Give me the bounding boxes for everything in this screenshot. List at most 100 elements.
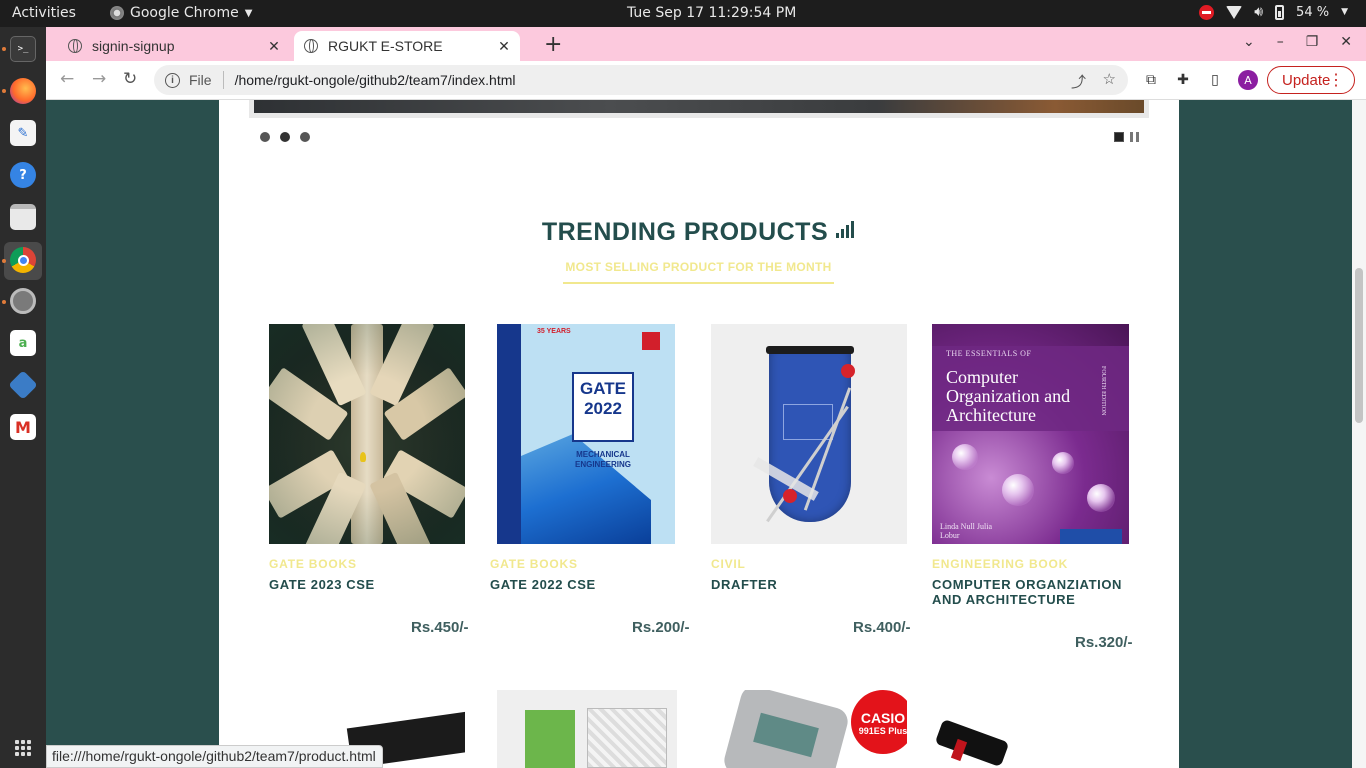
gmail-icon[interactable]: M (10, 414, 36, 440)
bookmark-star-icon[interactable]: ☆ (1103, 70, 1116, 88)
window-controls: ⌄ – ❐ ✕ (1243, 34, 1352, 50)
browser-toolbar: ← → ↻ i File /home/rgukt-ongole/github2/… (46, 61, 1366, 100)
address-bar[interactable]: i File /home/rgukt-ongole/github2/team7/… (154, 65, 1128, 95)
update-label: Update (1282, 71, 1331, 89)
product-image[interactable] (269, 324, 465, 544)
tab-rgukt-estore[interactable]: RGUKT E-STORE ✕ (294, 31, 520, 61)
toolbar-icons: ⧉ ✚ ▯ A (1142, 70, 1258, 90)
product-image[interactable]: 35 YEARS GATE 2022 MECHANICAL ENGINEERIN… (497, 324, 675, 544)
help-icon[interactable]: ? (10, 162, 36, 188)
globe-icon (304, 39, 318, 53)
clock[interactable]: Tue Sep 17 11:29:54 PM (627, 5, 796, 21)
product-image[interactable] (934, 718, 1010, 768)
product-price: Rs.320/- (1075, 634, 1133, 651)
apps-grid-icon[interactable] (15, 740, 31, 756)
carousel-dot-active[interactable] (280, 132, 290, 142)
page-scrollbar[interactable] (1352, 100, 1366, 768)
files-icon[interactable] (10, 204, 36, 230)
product-name[interactable]: DRAFTER (711, 577, 907, 592)
tab-title: signin-signup (92, 38, 175, 54)
product-card[interactable]: THE ESSENTIALS OF Computer Organization … (932, 324, 1133, 651)
cover-edition: FOURTH EDITION (1100, 366, 1106, 416)
cover-title: GATE (580, 379, 626, 398)
carousel-dot[interactable] (300, 132, 310, 142)
carousel-controls (1114, 132, 1139, 142)
side-panel-icon[interactable]: ▯ (1206, 71, 1224, 89)
section-title-text: TRENDING PRODUCTS (541, 218, 829, 246)
chrome-icon (110, 6, 124, 20)
close-window-icon[interactable]: ✕ (1340, 34, 1352, 50)
chrome-icon[interactable] (10, 247, 36, 273)
wifi-icon (1226, 5, 1243, 19)
extensions-icon[interactable]: ✚ (1174, 71, 1192, 89)
software-icon[interactable]: a (10, 330, 36, 356)
system-top-bar: Activities Google Chrome ▼ Tue Sep 17 11… (0, 0, 1366, 27)
app-menu[interactable]: Google Chrome ▼ (110, 5, 252, 21)
app-menu-label: Google Chrome (130, 5, 239, 21)
calc-brand: CASIO (860, 710, 906, 726)
product-card[interactable]: CASIO 991ES Plus (711, 690, 907, 768)
product-name[interactable]: GATE 2023 CSE (269, 577, 465, 592)
product-card[interactable]: 35 YEARS GATE 2022 MECHANICAL ENGINEERIN… (490, 324, 690, 636)
cover-years: 35 YEARS (537, 328, 571, 335)
tab-search-icon[interactable]: ⌄ (1243, 34, 1255, 50)
stop-icon[interactable] (1114, 132, 1124, 142)
url-scheme: File (189, 72, 212, 88)
back-button[interactable]: ← (60, 69, 74, 89)
pause-icon[interactable] (1130, 132, 1139, 142)
firefox-icon[interactable] (10, 78, 36, 104)
new-tab-button[interactable]: + (544, 32, 562, 57)
activities-button[interactable]: Activities (12, 5, 76, 21)
globe-icon (68, 39, 82, 53)
settings-icon[interactable] (10, 288, 36, 314)
product-price: Rs.200/- (632, 619, 690, 636)
product-category: GATE BOOKS (490, 557, 578, 571)
lens-icon[interactable]: ⧉ (1142, 71, 1160, 89)
page-viewport: TRENDING PRODUCTS MOST SELLING PRODUCT F… (46, 100, 1366, 768)
running-indicator (2, 47, 6, 51)
volume-icon: 🔊︎ (1254, 4, 1264, 20)
update-button[interactable]: Update ⋮ (1267, 66, 1355, 94)
minimize-icon[interactable]: – (1277, 34, 1284, 50)
product-card[interactable] (932, 690, 1129, 768)
scrollbar-thumb[interactable] (1355, 268, 1363, 423)
product-card[interactable]: CIVIL DRAFTER Rs.400/- (711, 324, 911, 636)
profile-avatar[interactable]: A (1238, 70, 1258, 90)
product-name[interactable]: COMPUTER ORGANZIATION AND ARCHITECTURE (932, 577, 1129, 607)
section-title: TRENDING PRODUCTS (219, 218, 1179, 247)
text-editor-icon[interactable]: ✎ (10, 120, 36, 146)
close-icon[interactable]: ✕ (264, 38, 284, 55)
calc-model: 991ES Plus (858, 726, 907, 736)
running-indicator (2, 89, 6, 93)
trending-chart-icon (836, 220, 856, 238)
product-name[interactable]: GATE 2022 CSE (490, 577, 686, 592)
carousel-dots (260, 132, 310, 142)
product-image[interactable] (525, 710, 575, 768)
carousel-dot[interactable] (260, 132, 270, 142)
section-subtitle: MOST SELLING PRODUCT FOR THE MONTH (563, 260, 834, 284)
tab-strip: signin-signup ✕ RGUKT E-STORE ✕ + ⌄ – ❐ … (46, 27, 1366, 61)
system-tray[interactable]: 🔊︎ 54 % ▼ (1199, 4, 1348, 20)
terminal-icon[interactable]: >_ (10, 36, 36, 62)
running-indicator (2, 259, 6, 263)
divider (222, 71, 224, 89)
share-icon[interactable]: ⤴ (1071, 71, 1086, 92)
cover-title: Computer Organization and Architecture (946, 367, 1071, 425)
product-image[interactable] (711, 324, 907, 544)
product-card[interactable] (497, 690, 677, 768)
maximize-icon[interactable]: ❐ (1306, 34, 1319, 50)
product-image[interactable]: THE ESSENTIALS OF Computer Organization … (932, 324, 1129, 544)
tab-signin-signup[interactable]: signin-signup ✕ (58, 31, 290, 61)
virtualbox-icon[interactable] (8, 370, 38, 400)
dock: >_ ✎ ? a M (0, 27, 46, 768)
info-icon[interactable]: i (165, 72, 180, 88)
menu-kebab-icon[interactable]: ⋮ (1328, 70, 1344, 90)
close-icon[interactable]: ✕ (494, 38, 514, 55)
cover-subject: MECHANICAL ENGINEERING (574, 450, 631, 469)
product-category: ENGINEERING BOOK (932, 557, 1069, 571)
product-card[interactable]: GATE BOOKS GATE 2023 CSE Rs.450/- (269, 324, 469, 636)
reload-button[interactable]: ↻ (123, 69, 137, 89)
url-text[interactable]: /home/rgukt-ongole/github2/team7/index.h… (235, 72, 516, 88)
cover-header: THE ESSENTIALS OF (946, 349, 1032, 358)
forward-button[interactable]: → (92, 69, 106, 89)
